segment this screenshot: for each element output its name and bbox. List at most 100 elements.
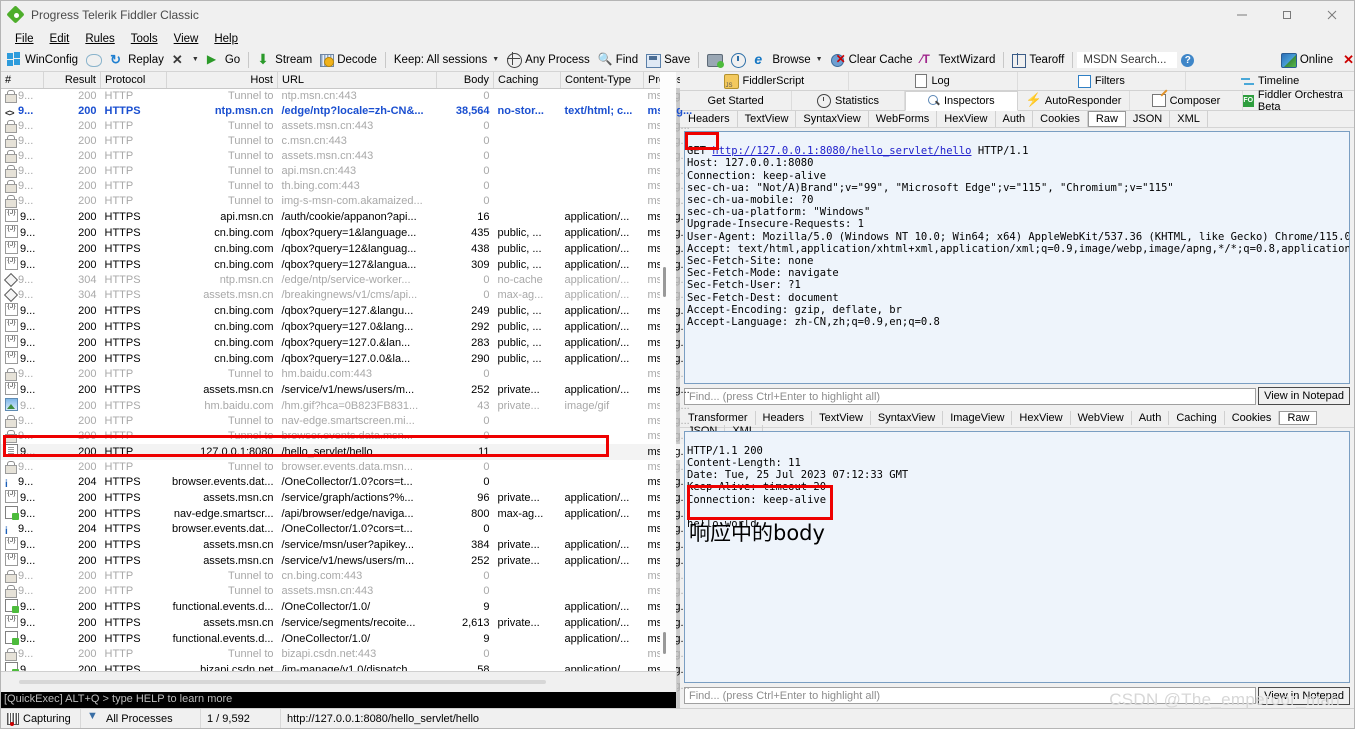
comment-button[interactable]: [82, 49, 106, 70]
response-tab-hexview[interactable]: HexView: [1012, 410, 1071, 425]
response-raw-view[interactable]: HTTP/1.1 200 Content-Length: 11 Date: Tu…: [684, 430, 1350, 683]
column-header-protocol[interactable]: Protocol: [100, 72, 167, 89]
response-tab-imageview[interactable]: ImageView: [943, 410, 1013, 425]
clear-cache-button[interactable]: ✕ Clear Cache: [827, 49, 917, 70]
request-tab-cookies[interactable]: Cookies: [1033, 111, 1088, 127]
menu-edit[interactable]: Edit: [42, 32, 78, 46]
response-tab-syntaxview[interactable]: SyntaxView: [871, 410, 944, 425]
table-row[interactable]: {J} 9... 200 HTTPS cn.bing.com/qbox?query=12…: [1, 303, 772, 319]
table-row[interactable]: i 9... 204 HTTPS browser.events.dat... /OneCo…: [1, 475, 772, 490]
table-row[interactable]: {J} 9... 200 HTTPS assets.msn.cn/service/v1/…: [1, 382, 772, 398]
remove-dropdown-icon[interactable]: ▼: [192, 56, 199, 63]
table-row[interactable]: 9...200HTTPTunnel tocn.bing.com:4430msed…: [1, 569, 772, 584]
table-row[interactable]: {J} 9... 200 HTTPS api.msn.cn/auth/cookie/ap…: [1, 209, 772, 225]
menu-tools[interactable]: Tools: [123, 32, 166, 46]
table-row[interactable]: 9...200HTTPTunnel toassets.msn.cn:4430ms…: [1, 149, 772, 164]
table-row[interactable]: <> 9... 200 HTTPS ntp.msn.cn/edge/ntp?locale…: [1, 104, 772, 119]
find-button[interactable]: 🔍 Find: [594, 49, 642, 70]
table-row[interactable]: 9...200HTTPTunnel tontp.msn.cn:4430msedg…: [1, 89, 772, 105]
table-row[interactable]: {J} 9... 200 HTTPS cn.bing.com/qbox?query=1&…: [1, 225, 772, 241]
request-tab-hexview[interactable]: HexView: [937, 111, 996, 127]
msdn-search-input[interactable]: MSDN Search...: [1077, 51, 1178, 68]
table-row[interactable]: {J} 9... 200 HTTPS assets.msn.cn/service/gra…: [1, 490, 772, 506]
table-row[interactable]: i 9... 204 HTTPS browser.events.dat... /OneCo…: [1, 522, 772, 537]
response-tab-raw[interactable]: Raw: [1279, 410, 1318, 425]
online-button[interactable]: Online: [1277, 49, 1337, 70]
replay-button[interactable]: ↻ Replay: [106, 49, 168, 70]
any-process-button[interactable]: Any Process: [503, 49, 594, 70]
tearoff-button[interactable]: Tearoff: [1008, 49, 1068, 70]
screenshot-button[interactable]: [703, 49, 727, 70]
stream-button[interactable]: ⬇ Stream: [253, 49, 316, 70]
chevron-down-icon[interactable]: ▼: [492, 56, 499, 63]
minimize-icon[interactable]: [1219, 1, 1264, 29]
decode-button[interactable]: Decode: [316, 49, 381, 70]
tab-log[interactable]: Log: [848, 72, 1018, 90]
online-close-icon[interactable]: ✕: [1343, 52, 1354, 68]
table-row[interactable]: {J} 9... 200 HTTPS cn.bing.com/qbox?query=12…: [1, 335, 772, 351]
response-tab-webview[interactable]: WebView: [1071, 410, 1132, 425]
column-header-caching[interactable]: Caching: [493, 72, 561, 89]
request-tab-json[interactable]: JSON: [1126, 111, 1171, 127]
help-button[interactable]: ?: [1177, 49, 1198, 70]
table-row[interactable]: {J} 9... 200 HTTPS cn.bing.com/qbox?query=12…: [1, 257, 772, 273]
scrollbar-thumb-lower[interactable]: [663, 632, 666, 654]
table-row[interactable]: 9...200HTTPTunnel toth.bing.com:4430msed…: [1, 179, 772, 194]
column-header-result[interactable]: Result: [43, 72, 101, 89]
response-tab-cookies[interactable]: Cookies: [1225, 410, 1280, 425]
request-tab-xml[interactable]: XML: [1170, 111, 1208, 127]
request-url-link[interactable]: http://127.0.0.1:8080/hello_servlet/hell…: [712, 145, 971, 157]
tab-inspectors[interactable]: Inspectors: [904, 91, 1018, 111]
sessions-grid[interactable]: # Result Protocol Host URL Body Caching …: [1, 72, 772, 692]
tab-fiddlerscript[interactable]: FiddlerScript: [680, 72, 849, 90]
textwizard-button[interactable]: ⁄T TextWizard: [917, 49, 1000, 70]
tab-get-started[interactable]: Get Started: [680, 91, 793, 110]
table-row[interactable]: {J} 9... 200 HTTPS assets.msn.cn/service/msn…: [1, 537, 772, 553]
timer-button[interactable]: [727, 49, 750, 70]
table-row[interactable]: 9... 200 HTTP Tunnel to browser.events.data.…: [1, 429, 772, 444]
response-view-in-notepad-button[interactable]: View in Notepad: [1258, 686, 1350, 705]
request-tab-webforms[interactable]: WebForms: [869, 111, 938, 127]
menu-view[interactable]: View: [166, 32, 207, 46]
response-tab-caching[interactable]: Caching: [1169, 410, 1225, 425]
go-button[interactable]: ▶ Go: [203, 49, 244, 70]
tab-filters[interactable]: Filters: [1017, 72, 1187, 90]
browse-button[interactable]: e Browse ▼: [750, 49, 826, 70]
tab-composer[interactable]: Composer: [1130, 91, 1243, 110]
tab-autoresponder[interactable]: ⚡ AutoResponder: [1017, 91, 1131, 110]
column-header-contenttype[interactable]: Content-Type: [560, 72, 644, 89]
table-row[interactable]: 9... 200 HTTPS hm.baidu.com/hm.gif?hca=0B82…: [1, 398, 772, 414]
table-row[interactable]: 9... 304 HTTPS ntp.msn.cn/edge/ntp/service-…: [1, 273, 772, 288]
column-header-id[interactable]: #: [1, 72, 44, 89]
request-raw-view[interactable]: GET http://127.0.0.1:8080/hello_servlet/…: [684, 131, 1350, 384]
scrollbar-thumb-upper[interactable]: [663, 267, 666, 297]
sessions-vertical-scrollbar[interactable]: [660, 72, 676, 671]
table-row[interactable]: 9... 304 HTTPS assets.msn.cn/breakingnews/v…: [1, 288, 772, 303]
menu-help[interactable]: Help: [206, 32, 246, 46]
table-row[interactable]: {J} 9... 200 HTTPS assets.msn.cn/service/seg…: [1, 615, 772, 631]
status-capturing[interactable]: Capturing: [1, 709, 81, 728]
table-row[interactable]: {J} 9... 200 HTTPS cn.bing.com/qbox?query=12…: [1, 241, 772, 257]
tab-fiddler-orchestra[interactable]: FO Fiddler Orchestra Beta: [1242, 89, 1354, 113]
quickexec-box[interactable]: [QuickExec] ALT+Q > type HELP to learn m…: [1, 692, 677, 708]
table-row[interactable]: 9... 200 HTTP Tunnel to bizapi.csdn.net:443 0…: [1, 647, 772, 662]
column-header-url[interactable]: URL: [277, 72, 437, 89]
close-icon[interactable]: [1309, 1, 1354, 29]
table-row[interactable]: 9...200HTTPTunnel toassets.msn.cn:4430ms…: [1, 584, 772, 599]
response-tab-textview[interactable]: TextView: [812, 410, 871, 425]
menu-file[interactable]: File: [7, 32, 42, 46]
browse-dropdown-icon[interactable]: ▼: [816, 56, 823, 63]
tab-statistics[interactable]: Statistics: [792, 91, 905, 110]
save-button[interactable]: Save: [642, 49, 694, 70]
scrollbar-track[interactable]: [19, 680, 546, 684]
table-row[interactable]: {J} 9... 200 HTTPS cn.bing.com/qbox?query=12…: [1, 351, 772, 367]
column-header-host[interactable]: Host: [166, 72, 278, 89]
table-row[interactable]: 9... 200 HTTP Tunnel to img-s-msn-com.akamai…: [1, 194, 772, 209]
table-row[interactable]: 9...200HTTPTunnel toapi.msn.cn:4430msedg…: [1, 164, 772, 179]
table-row[interactable]: 9...200HTTPTunnel toassets.msn.cn:4430ms…: [1, 119, 772, 134]
winconfig-button[interactable]: WinConfig: [3, 49, 82, 70]
request-tab-auth[interactable]: Auth: [996, 111, 1034, 127]
table-row[interactable]: 9...200HTTPTunnel toc.msn.cn:4430msedg..…: [1, 134, 772, 149]
table-row[interactable]: 9... 200 HTTPS functional.events.d... /OneCo…: [1, 631, 772, 647]
menu-rules[interactable]: Rules: [77, 32, 122, 46]
